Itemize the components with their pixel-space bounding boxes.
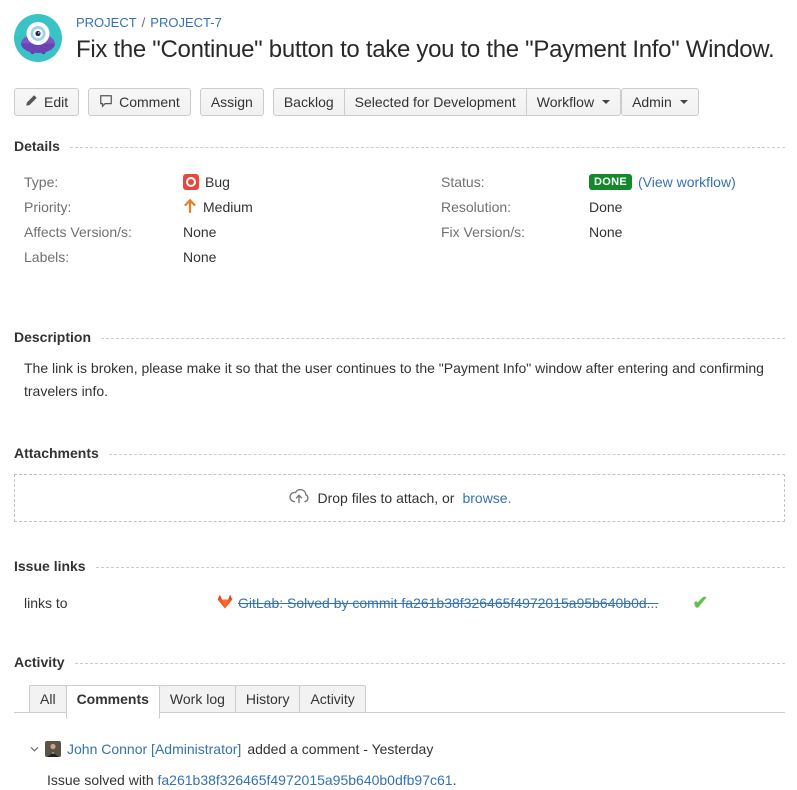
- tab-work-log[interactable]: Work log: [159, 685, 236, 713]
- gitlab-icon: [217, 594, 233, 612]
- priority-label: Priority:: [24, 199, 183, 215]
- details-heading: Details: [14, 138, 785, 154]
- breadcrumb-issue-link[interactable]: PROJECT-7: [150, 15, 222, 30]
- type-value: Bug: [205, 174, 230, 190]
- labels-value: None: [183, 249, 216, 265]
- tab-activity[interactable]: Activity: [299, 685, 365, 713]
- upload-cloud-icon: [288, 486, 310, 511]
- status-badge: DONE: [589, 174, 632, 190]
- details-section: Details Type: Bug Priority: Me: [14, 138, 785, 269]
- fix-version-value: None: [589, 224, 622, 240]
- affects-version-value: None: [183, 224, 216, 240]
- status-label: Status:: [441, 174, 589, 190]
- issue-links-heading: Issue links: [14, 558, 785, 574]
- selected-for-development-label: Selected for Development: [355, 94, 516, 110]
- header-text: PROJECT/PROJECT-7 Fix the "Continue" but…: [76, 14, 774, 64]
- comment-action-text: added a comment - Yesterday: [247, 741, 433, 757]
- comment-author-link[interactable]: John Connor [Administrator]: [67, 741, 241, 757]
- breadcrumb-project-link[interactable]: PROJECT: [76, 15, 137, 30]
- admin-dropdown-button[interactable]: Admin: [621, 88, 699, 116]
- field-type: Type: Bug: [24, 169, 419, 194]
- comment-body: Issue solved with fa261b38f326465f497201…: [14, 770, 785, 790]
- breadcrumb-separator: /: [137, 15, 151, 30]
- tab-comments[interactable]: Comments: [66, 685, 160, 719]
- field-labels: Labels: None: [24, 244, 419, 269]
- collapse-chevron-icon[interactable]: [30, 745, 39, 754]
- field-fix-version: Fix Version/s: None: [441, 219, 785, 244]
- issue-link-row: links to GitLab: Solved by commit fa261b…: [14, 592, 785, 614]
- bug-type-icon: [183, 174, 199, 190]
- resolution-value: Done: [589, 199, 622, 215]
- user-avatar: [45, 741, 61, 757]
- breadcrumb: PROJECT/PROJECT-7: [76, 15, 774, 31]
- resolution-label: Resolution:: [441, 199, 589, 215]
- attachments-dropzone[interactable]: Drop files to attach, or browse.: [14, 474, 785, 522]
- issue-title: Fix the "Continue" button to take you to…: [76, 36, 774, 64]
- description-section: Description The link is broken, please m…: [14, 329, 785, 403]
- tab-history[interactable]: History: [235, 685, 301, 713]
- comment-button[interactable]: Comment: [88, 88, 191, 116]
- priority-medium-icon: [183, 197, 197, 216]
- workflow-button-label: Workflow: [537, 94, 594, 110]
- issue-header: PROJECT/PROJECT-7 Fix the "Continue" but…: [14, 14, 785, 64]
- comment-button-label: Comment: [119, 94, 180, 110]
- assign-button[interactable]: Assign: [200, 88, 264, 116]
- gitlab-commit-link[interactable]: GitLab: Solved by commit fa261b38f326465…: [217, 594, 658, 612]
- resolved-check-icon: ✔: [692, 594, 708, 613]
- field-affects-version: Affects Version/s: None: [24, 219, 419, 244]
- affects-version-label: Affects Version/s:: [24, 224, 183, 240]
- backlog-button-label: Backlog: [284, 94, 334, 110]
- field-priority: Priority: Medium: [24, 194, 419, 219]
- tab-all[interactable]: All: [29, 685, 67, 713]
- edit-button-label: Edit: [44, 94, 68, 110]
- admin-button-label: Admin: [632, 94, 672, 110]
- activity-heading: Activity: [14, 654, 785, 670]
- issue-link-text: GitLab: Solved by commit fa261b38f326465…: [238, 595, 658, 611]
- issue-page: PROJECT/PROJECT-7 Fix the "Continue" but…: [0, 0, 797, 790]
- labels-label: Labels:: [24, 249, 183, 265]
- toolbar: Edit Comment Assign Backlog Selected for…: [14, 88, 785, 116]
- comment-text: Issue solved with: [47, 772, 158, 788]
- details-right-column: Status: DONE (View workflow) Resolution:…: [419, 169, 785, 269]
- chevron-down-icon: [680, 100, 688, 104]
- selected-for-development-button[interactable]: Selected for Development: [344, 88, 527, 116]
- pencil-icon: [25, 94, 38, 110]
- issue-links-section: Issue links links to GitLab: Solved by c…: [14, 558, 785, 614]
- commit-hash-link[interactable]: fa261b38f326465f4972015a95b640b0dfb97c61: [158, 772, 453, 788]
- attachments-heading: Attachments: [14, 445, 785, 461]
- view-workflow-link[interactable]: (View workflow): [638, 174, 736, 190]
- attachments-section: Attachments Drop files to attach, or bro…: [14, 445, 785, 522]
- priority-value: Medium: [203, 199, 253, 215]
- project-avatar-icon: [14, 14, 62, 62]
- workflow-button-group: Backlog Selected for Development Workflo…: [273, 88, 621, 116]
- browse-link[interactable]: browse.: [462, 490, 511, 506]
- description-heading: Description: [14, 329, 785, 345]
- backlog-button[interactable]: Backlog: [273, 88, 345, 116]
- activity-tabs: All Comments Work log History Activity: [14, 685, 785, 713]
- comment-bubble-icon: [99, 94, 113, 111]
- chevron-down-icon: [602, 100, 610, 104]
- edit-button[interactable]: Edit: [14, 88, 79, 116]
- dropzone-text: Drop files to attach, or: [318, 490, 455, 506]
- type-label: Type:: [24, 174, 183, 190]
- details-grid: Type: Bug Priority: Medium: [14, 169, 785, 269]
- field-resolution: Resolution: Done: [441, 194, 785, 219]
- comment-header: John Connor [Administrator] added a comm…: [14, 741, 785, 757]
- issue-link-relation: links to: [24, 595, 217, 611]
- details-left-column: Type: Bug Priority: Medium: [24, 169, 419, 269]
- comment-text-suffix: .: [453, 772, 457, 788]
- fix-version-label: Fix Version/s:: [441, 224, 589, 240]
- field-status: Status: DONE (View workflow): [441, 169, 785, 194]
- description-text: The link is broken, please make it so th…: [14, 357, 780, 403]
- workflow-dropdown-button[interactable]: Workflow: [526, 88, 621, 116]
- activity-section: Activity All Comments Work log History A…: [14, 654, 785, 790]
- assign-button-label: Assign: [211, 94, 253, 110]
